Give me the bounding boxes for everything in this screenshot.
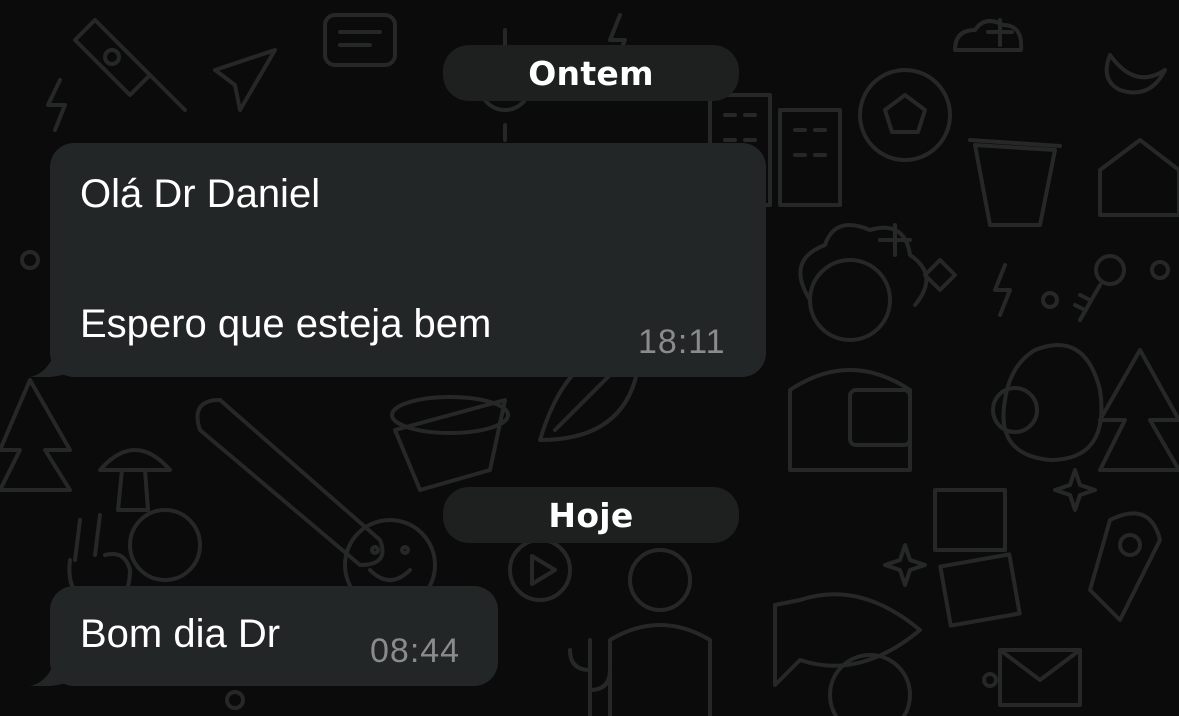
message-timestamp: 08:44 [370, 632, 461, 670]
date-separator-yesterday: Ontem [443, 45, 739, 101]
message-text-line: Bom dia Dr [80, 612, 281, 656]
date-separator-today: Hoje [443, 487, 739, 543]
message-timestamp: 18:11 [638, 323, 726, 361]
message-text-line: Olá Dr Daniel [80, 172, 321, 216]
message-bubble-incoming[interactable]: Bom dia Dr 08:44 [50, 586, 498, 686]
message-bubble-incoming[interactable]: Olá Dr Daniel Espero que esteja bem 18:1… [50, 143, 766, 377]
message-text-line: Espero que esteja bem [80, 302, 492, 346]
date-separator-label: Ontem [528, 53, 654, 93]
date-separator-label: Hoje [548, 495, 634, 535]
chat-area[interactable]: Ontem Olá Dr Daniel Espero que esteja be… [0, 0, 1179, 716]
